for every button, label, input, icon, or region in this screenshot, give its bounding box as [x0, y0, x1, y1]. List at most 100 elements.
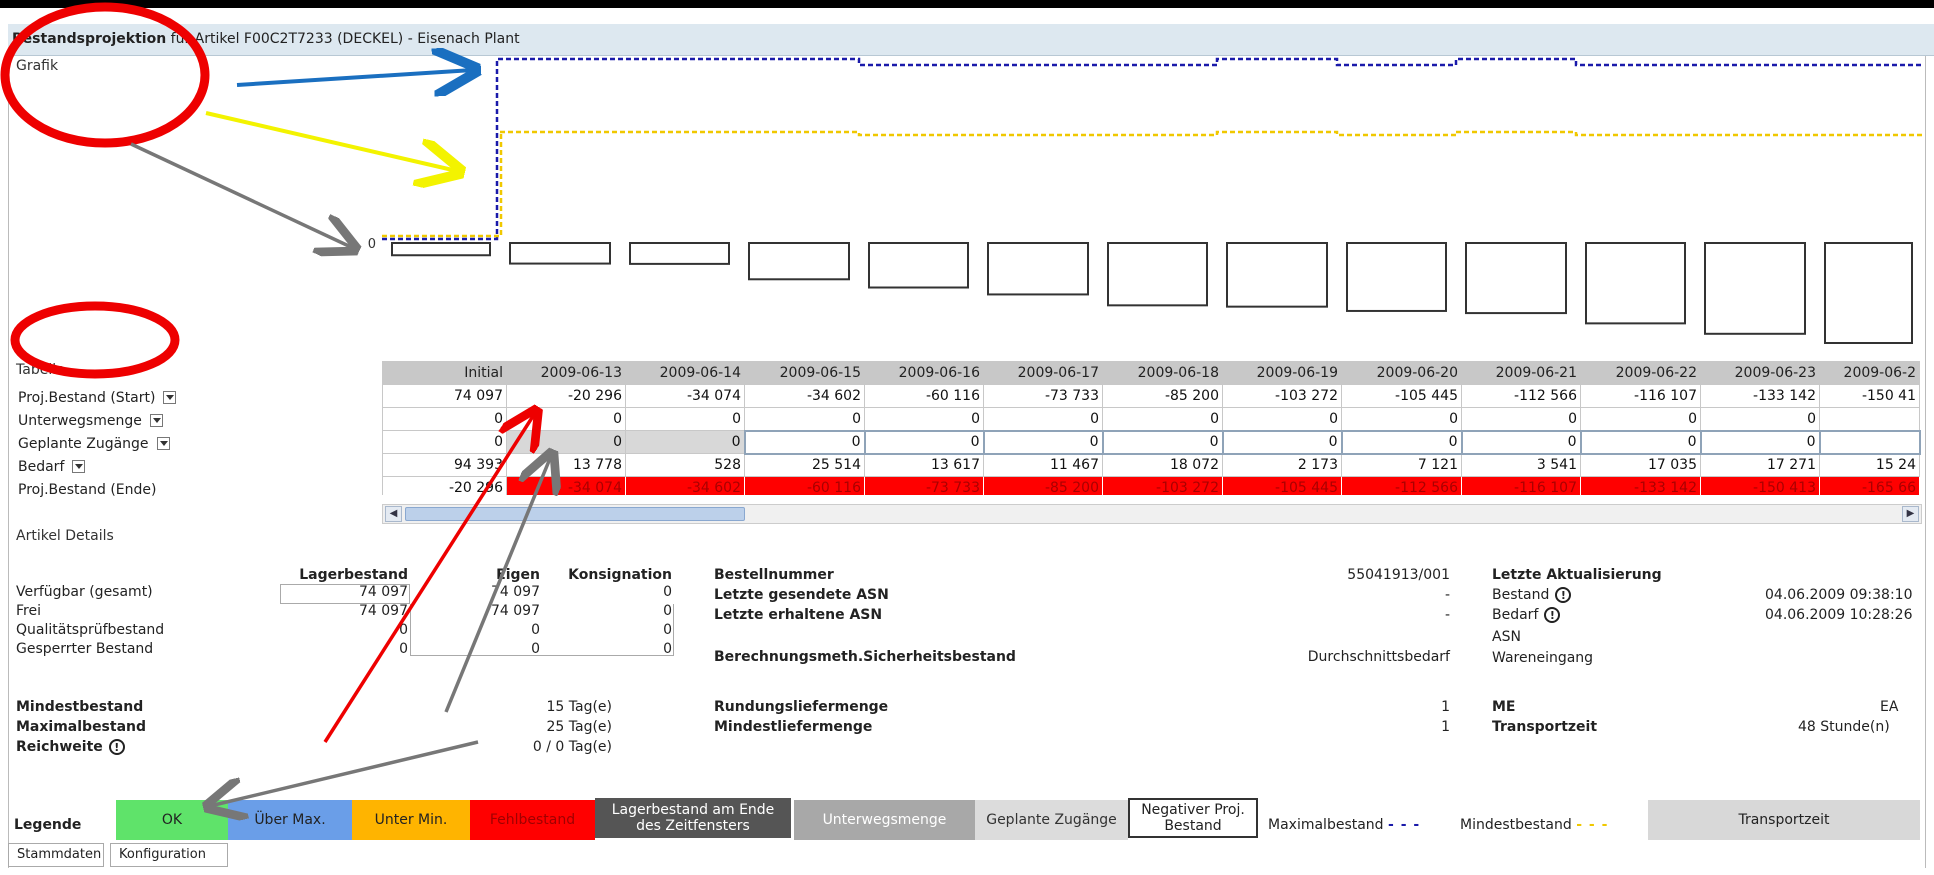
order-label: Bestellnummer [714, 567, 834, 583]
bestand-label-text: Bestand [1492, 587, 1550, 603]
scroll-left-icon[interactable]: ◀ [385, 506, 402, 522]
table-cell[interactable]: 0 [1460, 429, 1582, 455]
projection-table-grid: Initial 2009-06-13 2009-06-14 2009-06-15 200… [382, 361, 1921, 495]
update-asn-label: ASN [1492, 629, 1521, 645]
tab-konfiguration[interactable]: Konfiguration [110, 843, 228, 867]
legend-item[interactable]: OK [116, 800, 228, 840]
table-cell[interactable]: 0 [1101, 429, 1224, 455]
column-header: 2009-06-13 [506, 361, 626, 385]
table-row: 000000000000 [382, 407, 1920, 431]
info-icon[interactable]: ! [1555, 587, 1572, 603]
table-cell[interactable]: 0 [1221, 429, 1343, 455]
table-cell: 0 [1461, 407, 1581, 431]
table-cell: 0 [1580, 407, 1701, 431]
legend-item[interactable]: Unterwegsmenge [794, 800, 975, 840]
negative-stock-box [509, 242, 611, 265]
column-header: 2009-06-15 [744, 361, 865, 385]
table-cell: -34 074 [506, 476, 626, 495]
table-cell: -112 566 [1341, 476, 1462, 495]
order-label: Mindestliefermenge [714, 719, 873, 735]
expand-dropdown-icon[interactable] [163, 391, 177, 404]
table-cell: -60 116 [864, 384, 984, 408]
table-cell: -133 142 [1580, 476, 1701, 495]
stock-value: 74 097 [359, 603, 408, 619]
stock-column-header: Konsignation [568, 567, 672, 583]
column-header: Initial [382, 361, 507, 385]
order-label: Rundungsliefermenge [714, 699, 889, 715]
table-cell: -133 142 [1700, 384, 1820, 408]
table-cell[interactable]: 0 [1699, 429, 1821, 455]
legend-item[interactable]: Unter Min. [352, 800, 470, 840]
table-cell: 0 [506, 407, 626, 431]
legend-item[interactable]: Geplante Zugänge [975, 800, 1128, 840]
table-cell: -112 566 [1461, 384, 1581, 408]
order-value: - [1444, 587, 1450, 603]
row-label: Proj.Bestand (Start) [18, 386, 177, 409]
table-cell: 13 617 [864, 453, 984, 477]
column-header: 2009-06-16 [864, 361, 984, 385]
table-row: -20 296 -34 074 -34 602 -60 116 -73 733 -85 2… [382, 476, 1920, 495]
scrollbar-thumb[interactable] [405, 507, 745, 521]
table-cell[interactable]: 0 [1340, 429, 1463, 455]
table-cell: -150 413 [1700, 476, 1820, 495]
stock-value: 74 097 [359, 584, 408, 600]
scroll-right-icon[interactable]: ▶ [1902, 506, 1919, 522]
column-header: 2009-06-21 [1461, 361, 1581, 385]
order-label: Letzte gesendete ASN [714, 587, 889, 603]
table-cell: 0 [382, 407, 507, 431]
table-horizontal-scrollbar[interactable]: ◀ ▶ [382, 504, 1922, 524]
negative-stock-box [1465, 242, 1567, 315]
legend-transportzeit[interactable]: Transportzeit [1648, 800, 1920, 840]
stock-value: 0 [663, 603, 672, 619]
column-header: 2009-06-19 [1222, 361, 1342, 385]
legend-item[interactable]: Über Max. [228, 800, 352, 840]
negative-stock-box [1585, 242, 1686, 325]
table-cell: -103 272 [1222, 384, 1342, 408]
stock-row-label: Verfügbar (gesamt) [16, 584, 153, 600]
legend-item[interactable]: Fehlbestand [470, 800, 595, 840]
expand-dropdown-icon[interactable] [149, 414, 163, 427]
limit-label: Reichweite! [16, 739, 125, 755]
table-row-labels: Proj.Bestand (Start) Unterwegsmenge Geplan… [18, 386, 177, 501]
stock-value: 74 097 [491, 584, 540, 600]
dashed-blue-icon: - - - [1388, 817, 1421, 833]
table-cell[interactable]: 0 [863, 429, 985, 455]
stock-row-label: Qualitätsprüfbestand [16, 622, 165, 638]
table-cell[interactable]: 0 [743, 429, 866, 455]
limit-value: 25 Tag(e) [546, 719, 612, 735]
legend-item[interactable]: Negativer Proj. Bestand [1128, 798, 1258, 838]
table-cell: 15 24 [1819, 453, 1920, 477]
info-icon[interactable]: ! [108, 739, 125, 755]
legend-max-line: Maximalbestand - - - [1268, 817, 1420, 833]
table-cell[interactable]: 0 [1579, 429, 1702, 455]
table-cell: -85 200 [1102, 384, 1223, 408]
update-bedarf-value: 04.06.2009 10:28:26 [1765, 607, 1913, 623]
order-label: Letzte erhaltene ASN [714, 607, 883, 623]
stock-value: 0 [399, 622, 408, 638]
me-value: EA [1880, 699, 1899, 715]
transport-label: Transportzeit [1492, 719, 1598, 735]
table-cell: 0 [864, 407, 984, 431]
column-header: 2009-06-23 [1700, 361, 1820, 385]
table-cell: -105 445 [1222, 476, 1342, 495]
table-cell[interactable] [1818, 429, 1921, 455]
table-header-row: Initial 2009-06-13 2009-06-14 2009-06-15 200… [382, 361, 1920, 385]
table-cell: 2 173 [1222, 453, 1342, 477]
table-cell: 0 [625, 430, 745, 454]
table-cell: -20 296 [506, 384, 626, 408]
legend-item[interactable]: Lagerbestand am Ende des Zeitfensters [595, 798, 791, 838]
info-icon[interactable]: ! [1544, 607, 1561, 623]
table-cell: -150 41 [1819, 384, 1920, 408]
update-title: Letzte Aktualisierung [1492, 567, 1662, 583]
table-cell[interactable]: 0 [982, 429, 1104, 455]
expand-dropdown-icon[interactable] [72, 460, 86, 473]
negative-stock-box [868, 242, 969, 289]
expand-dropdown-icon[interactable] [156, 437, 170, 450]
bedarf-label-text: Bedarf [1492, 607, 1539, 623]
negative-stock-box [1346, 242, 1447, 312]
order-value: 1 [1441, 699, 1450, 715]
tab-stammdaten[interactable]: Stammdaten [8, 843, 104, 867]
me-label: ME [1492, 699, 1516, 715]
table-cell: -105 445 [1341, 384, 1462, 408]
mindestbestand-line [382, 130, 1922, 238]
